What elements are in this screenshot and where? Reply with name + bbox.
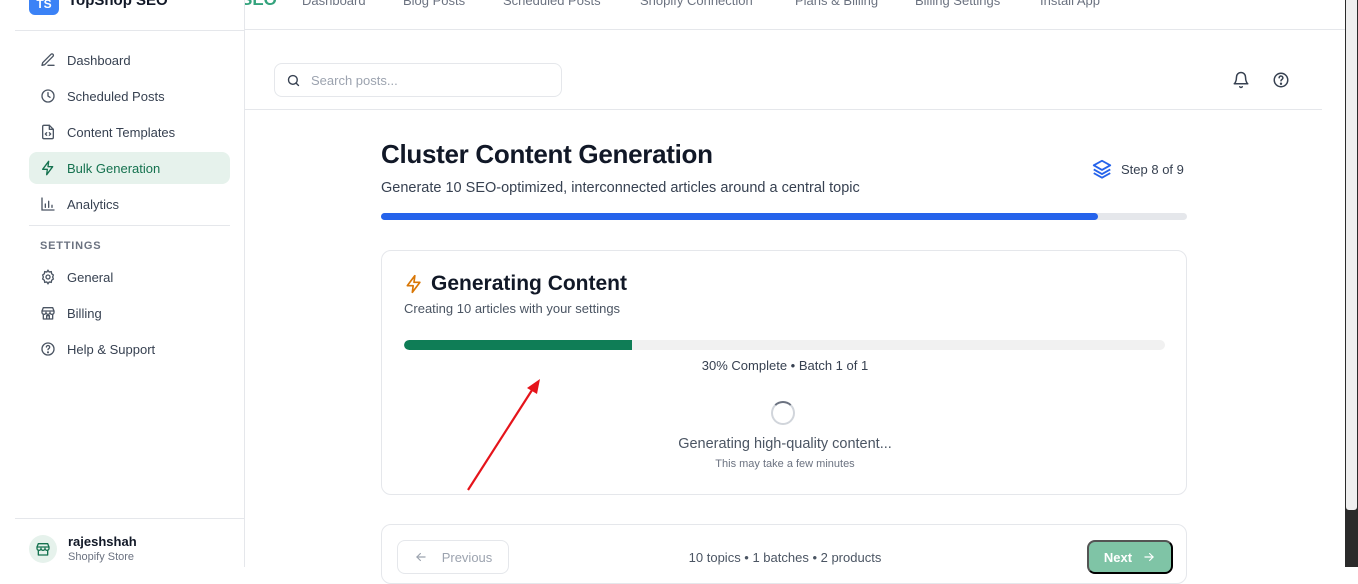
topnav-blog-posts[interactable]: Blog Posts — [403, 0, 465, 8]
scrollbar-thumb[interactable] — [1346, 0, 1357, 510]
divider — [29, 225, 230, 226]
file-code-icon — [39, 123, 57, 141]
search-icon — [287, 74, 300, 86]
app-logo[interactable]: TS — [29, 0, 59, 15]
sidebar-item-label: Help & Support — [67, 341, 156, 357]
sidebar-item-content-templates[interactable]: Content Templates — [29, 116, 230, 148]
sidebar-item-help-support[interactable]: Help & Support — [29, 333, 230, 365]
generation-progress-fill — [404, 340, 633, 350]
help-circle-icon[interactable] — [1271, 70, 1291, 90]
sidebar-item-analytics[interactable]: Analytics — [29, 188, 230, 220]
annotation-arrow — [467, 379, 540, 491]
sidebar-item-dashboard[interactable]: Dashboard — [29, 44, 230, 76]
topnav-dashboard[interactable]: Dashboard — [302, 0, 366, 8]
generation-progress-bar — [404, 340, 1165, 350]
topnav-scheduled-posts[interactable]: Scheduled Posts — [503, 0, 601, 8]
topnav-billing-settings[interactable]: Billing Settings — [915, 0, 1000, 8]
sidebar: TS TopShop SEO Dashboard Scheduled Posts… — [15, 0, 245, 567]
sidebar-item-label: Content Templates — [67, 124, 176, 140]
top-navigation: SEO Dashboard Blog Posts Scheduled Posts… — [241, 0, 1345, 30]
brand-fragment: SEO — [241, 0, 277, 10]
bar-chart-icon — [39, 195, 57, 213]
sidebar-item-label: Analytics — [67, 196, 120, 212]
help-circle-icon — [39, 340, 57, 358]
arrow-right-icon — [1144, 552, 1155, 562]
settings-heading: SETTINGS — [40, 240, 102, 252]
divider — [245, 109, 1322, 110]
card-subtitle: Creating 10 articles with your settings — [404, 301, 621, 316]
store-icon — [39, 304, 57, 322]
lightning-icon — [39, 159, 57, 177]
divider — [15, 518, 244, 519]
topnav-shopify-connection[interactable]: Shopify Connection — [640, 0, 753, 8]
app-name: TopShop SEO — [68, 0, 168, 9]
store-icon — [36, 543, 50, 556]
step-progress-bar — [381, 213, 1187, 220]
page-title: Cluster Content Generation — [381, 139, 713, 169]
card-title-text: Generating Content — [431, 272, 628, 295]
sidebar-item-scheduled-posts[interactable]: Scheduled Posts — [29, 80, 230, 112]
wizard-footer: Previous 10 topics • 1 batches • 2 produ… — [381, 524, 1187, 584]
search-box[interactable] — [274, 63, 562, 97]
sidebar-item-billing[interactable]: Billing — [29, 297, 230, 329]
sidebar-item-bulk-generation[interactable]: Bulk Generation — [29, 152, 230, 184]
search-input[interactable] — [311, 72, 541, 88]
sidebar-item-label: Billing — [67, 305, 102, 321]
step-progress-fill — [381, 213, 1098, 220]
layers-icon — [1092, 159, 1112, 179]
gear-icon — [39, 268, 57, 286]
generation-status: 30% Complete • Batch 1 of 1 — [701, 358, 869, 373]
step-indicator: Step 8 of 9 — [1091, 158, 1184, 180]
loading-spinner-icon — [771, 401, 795, 425]
topnav-install-app[interactable]: Install App — [1040, 0, 1100, 8]
step-label: Step 8 of 9 — [1121, 161, 1184, 177]
divider — [15, 30, 244, 31]
clock-icon — [39, 87, 57, 105]
sidebar-item-label: Dashboard — [67, 52, 131, 68]
topnav-plans-billing[interactable]: Plans & Billing — [795, 0, 878, 8]
card-title: Generating Content — [404, 272, 627, 296]
sidebar-item-label: Bulk Generation — [67, 160, 161, 176]
sidebar-item-label: Scheduled Posts — [67, 88, 165, 104]
avatar[interactable] — [29, 535, 57, 563]
user-name: rajeshshah — [68, 534, 137, 549]
user-role: Shopify Store — [68, 551, 135, 563]
page-subtitle: Generate 10 SEO-optimized, interconnecte… — [381, 180, 860, 196]
sidebar-item-general[interactable]: General — [29, 261, 230, 293]
next-button[interactable]: Next — [1087, 540, 1173, 574]
notification-bell-icon[interactable] — [1231, 70, 1251, 90]
generation-summary: 10 topics • 1 batches • 2 products — [688, 550, 882, 565]
edit-icon — [39, 51, 57, 69]
next-label: Next — [1103, 549, 1133, 565]
lightning-icon — [406, 274, 421, 294]
sidebar-item-label: General — [67, 269, 114, 285]
